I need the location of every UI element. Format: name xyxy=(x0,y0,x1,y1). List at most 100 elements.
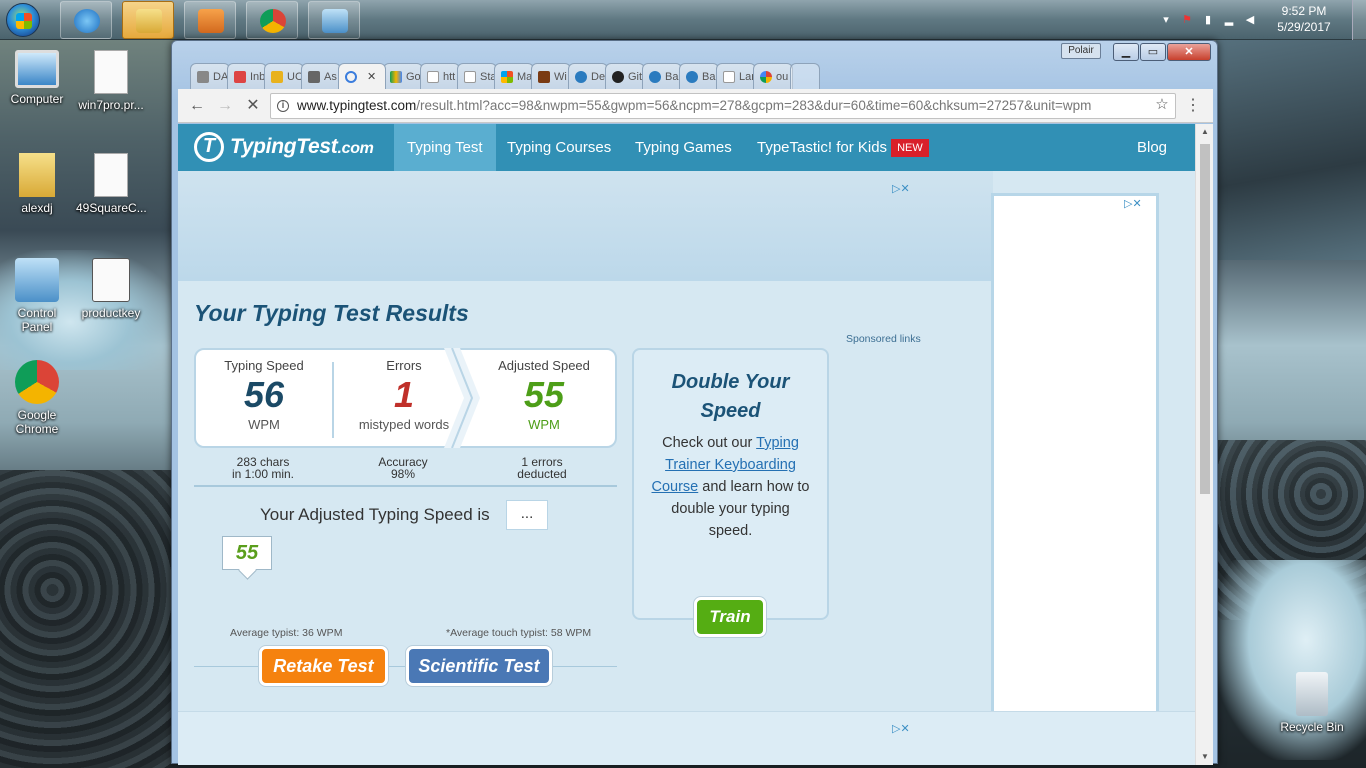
desktop-icon-productkey[interactable]: productkey xyxy=(76,258,146,320)
tab[interactable]: Git xyxy=(605,63,645,89)
battery-icon[interactable]: ▮ xyxy=(1202,13,1214,27)
tab[interactable]: UC xyxy=(264,63,304,89)
desktop-icon-label: Recycle Bin xyxy=(1280,720,1344,734)
tab[interactable]: Go xyxy=(383,63,423,89)
tab[interactable]: DA xyxy=(190,63,230,89)
loading-spinner-icon xyxy=(345,70,357,83)
desktop-icon-google-chrome[interactable]: Google Chrome xyxy=(2,360,72,436)
profile-button[interactable]: Polair xyxy=(1061,43,1101,59)
desktop-icon-win7pro[interactable]: win7pro.pr... xyxy=(76,50,146,112)
bookmark-star-icon[interactable]: ☆ xyxy=(1153,96,1171,114)
tab[interactable]: ou xyxy=(753,63,793,89)
gmail-icon xyxy=(234,70,246,83)
desktop-icon-recycle-bin[interactable]: Recycle Bin xyxy=(1277,672,1347,734)
tab-close-icon[interactable]: ✕ xyxy=(367,70,376,83)
tab[interactable]: Ba xyxy=(642,63,682,89)
taskbar-control-panel-button[interactable] xyxy=(308,1,360,39)
desktop-icon-label: productkey xyxy=(81,306,141,320)
tab[interactable]: Ma xyxy=(494,63,534,89)
desktop-icon-control-panel[interactable]: Control Panel xyxy=(2,258,72,334)
adchoices-icon[interactable]: ▷✕ xyxy=(892,722,922,736)
system-tray: ▾ ⚑ ▮ ▂ ◀ xyxy=(1160,10,1256,30)
menu-dots-icon[interactable]: ⋮ xyxy=(1184,97,1202,115)
site-nav: T TypingTest.com Typing Test Typing Cour… xyxy=(178,124,1195,171)
wi-icon xyxy=(538,70,550,83)
tab-active[interactable]: ✕ xyxy=(338,63,386,89)
page-scrollbar[interactable]: ▲ ▼ xyxy=(1195,124,1213,765)
tab[interactable]: De xyxy=(568,63,608,89)
taskbar-ie-button[interactable] xyxy=(60,1,112,39)
url-path: /result.html?acc=98&nwpm=55&gwpm=56&ncpm… xyxy=(416,98,1092,113)
taskbar-chrome-button[interactable] xyxy=(246,1,298,39)
sponsored-links[interactable]: Sponsored links xyxy=(846,333,921,345)
wallpaper-rocks xyxy=(0,470,175,768)
nav-typetastic[interactable]: TypeTastic! for Kids NEW xyxy=(744,124,942,171)
signal-icon[interactable]: ▂ xyxy=(1223,13,1235,27)
taskbar-media-player-button[interactable] xyxy=(184,1,236,39)
stat-label: Adjusted Speed xyxy=(498,358,590,373)
site-logo[interactable]: T TypingTest.com xyxy=(194,132,374,162)
action-center-icon[interactable]: ⚑ xyxy=(1181,13,1193,27)
scientific-test-button[interactable]: Scientific Test xyxy=(406,646,552,686)
nav-typing-games[interactable]: Typing Games xyxy=(622,124,745,171)
close-button[interactable]: ✕ xyxy=(1167,43,1211,61)
promo-title: Double Your Speed xyxy=(671,371,790,422)
desktop-icon-label: Computer xyxy=(10,92,64,106)
forward-arrow-icon[interactable]: → xyxy=(216,97,234,115)
back-arrow-icon[interactable]: ← xyxy=(188,97,206,115)
nav-typing-courses[interactable]: Typing Courses xyxy=(494,124,624,171)
book-icon xyxy=(308,70,320,83)
maximize-button[interactable]: ▭ xyxy=(1140,43,1166,61)
stat-value: 55 xyxy=(523,374,565,415)
nav-typing-test[interactable]: Typing Test xyxy=(394,124,496,171)
desktop-icon-label: win7pro.pr... xyxy=(78,98,144,112)
tab[interactable]: As xyxy=(301,63,341,89)
ad-banner-top xyxy=(178,171,993,281)
address-bar[interactable]: i www.typingtest.com/result.html?acc=98&… xyxy=(270,93,1176,119)
tab-label: Ba xyxy=(702,70,716,83)
desktop-icon-49squarec[interactable]: 49SquareC... xyxy=(76,153,147,215)
tab[interactable]: Ba xyxy=(679,63,719,89)
logo-tld: .com xyxy=(337,140,374,157)
page-info-icon[interactable]: i xyxy=(277,100,289,112)
taskbar-explorer-button[interactable] xyxy=(122,1,174,39)
scrollbar-thumb[interactable] xyxy=(1200,144,1210,494)
folder-icon xyxy=(136,9,162,33)
browser-toolbar: ← → ✕ i www.typingtest.com/result.html?a… xyxy=(178,89,1213,123)
tab-strip: DA Inb UC As ✕ Go htt Sta Ma Wi De Git B… xyxy=(190,63,820,89)
stat-typing-speed: Typing Speed 56 WPM xyxy=(194,350,334,432)
nav-blog[interactable]: Blog xyxy=(1124,124,1180,171)
scroll-down-icon[interactable]: ▼ xyxy=(1196,749,1214,765)
train-button[interactable]: Train xyxy=(694,597,766,637)
clock[interactable]: 9:52 PM 5/29/2017 xyxy=(1264,3,1344,35)
page-icon xyxy=(464,70,476,83)
chrome-icon xyxy=(15,360,59,404)
tab[interactable]: Sta xyxy=(457,63,497,89)
desktop-icon-computer[interactable]: Computer xyxy=(2,50,72,106)
desktop-icon-alexdj[interactable]: alexdj xyxy=(2,153,72,215)
minimize-button[interactable]: ▁ xyxy=(1113,43,1139,61)
github-icon xyxy=(612,70,624,83)
url-host: www.typingtest.com xyxy=(297,98,417,113)
tab[interactable]: Lar xyxy=(716,63,756,89)
scroll-up-icon[interactable]: ▲ xyxy=(1196,124,1214,140)
show-desktop-button[interactable] xyxy=(1352,0,1366,40)
adchoices-icon[interactable]: ▷✕ xyxy=(892,182,922,196)
tab[interactable]: Wi xyxy=(531,63,571,89)
logo-text: TypingTest.com xyxy=(230,135,374,159)
volume-icon[interactable]: ◀ xyxy=(1244,13,1256,27)
start-button[interactable] xyxy=(6,3,40,37)
tab[interactable]: Inb xyxy=(227,63,267,89)
adchoices-icon[interactable]: ▷✕ xyxy=(1124,197,1154,211)
tray-expand-icon[interactable]: ▾ xyxy=(1160,13,1172,27)
stop-icon[interactable]: ✕ xyxy=(244,97,262,115)
stat-label: Typing Speed xyxy=(224,358,304,373)
stat-unit: WPM xyxy=(248,417,280,432)
new-tab-button[interactable] xyxy=(790,63,820,89)
retake-test-button[interactable]: Retake Test xyxy=(259,646,388,686)
script-icon xyxy=(92,258,130,302)
page-title: Your Typing Test Results xyxy=(194,300,469,326)
tab[interactable]: htt xyxy=(420,63,460,89)
stat-adjusted-speed: Adjusted Speed 55 WPM xyxy=(474,350,614,432)
info-icon xyxy=(649,70,661,83)
